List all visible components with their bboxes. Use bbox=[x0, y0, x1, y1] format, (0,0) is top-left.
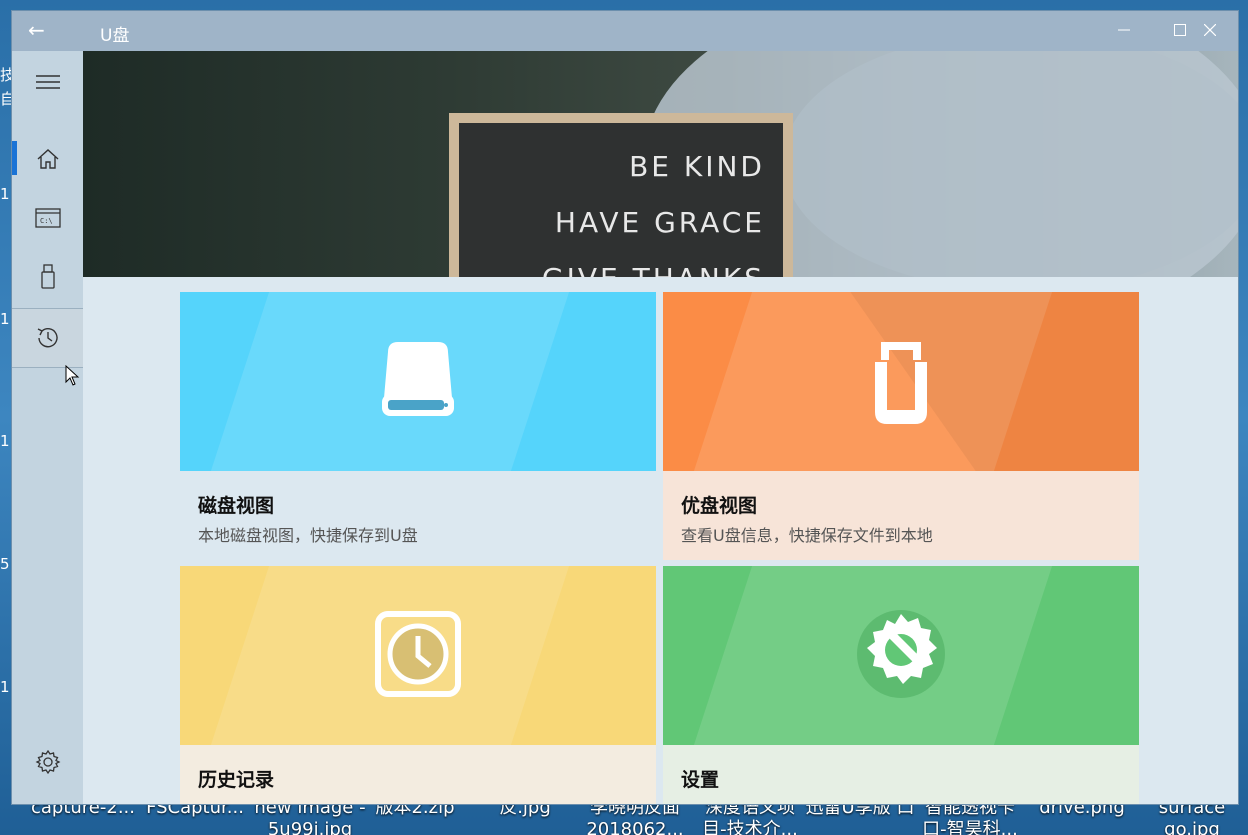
tile-subtitle: 本地磁盘视图，快捷保存到U盘 bbox=[198, 526, 418, 545]
gear-icon bbox=[35, 749, 60, 775]
hero-banner: BE KIND HAVE GRACE GIVE THANKS bbox=[83, 51, 1238, 277]
hard-drive-icon bbox=[382, 342, 454, 416]
hero-line-2: HAVE GRACE bbox=[554, 206, 765, 239]
tile-banner bbox=[180, 566, 656, 745]
tile-banner bbox=[663, 292, 1139, 471]
settings-wrench-icon bbox=[857, 610, 945, 698]
close-icon bbox=[1203, 23, 1217, 37]
minimize-icon bbox=[1118, 29, 1130, 31]
app-window: ← U盘 C:\ BE KIND HAVE GRACE 磁盘视图 本地磁盘视图，… bbox=[11, 10, 1239, 805]
history-clock-icon bbox=[37, 328, 58, 348]
usb-u-icon bbox=[875, 342, 927, 424]
nav-home[interactable] bbox=[12, 130, 83, 188]
hamburger-icon bbox=[35, 75, 60, 89]
tile-banner bbox=[663, 566, 1139, 745]
window-title: U盘 bbox=[100, 26, 130, 46]
tile-caption: 历史记录 bbox=[180, 745, 656, 804]
home-icon bbox=[37, 149, 58, 169]
tile-caption: 设置 bbox=[663, 745, 1139, 804]
tile-usb-view[interactable]: 优盘视图 查看U盘信息，快捷保存文件到本地 bbox=[663, 292, 1139, 560]
tile-disk-view[interactable]: 磁盘视图 本地磁盘视图，快捷保存到U盘 bbox=[180, 292, 656, 560]
nav-disk-view[interactable]: C:\ bbox=[12, 189, 83, 247]
tile-subtitle: 查看U盘信息，快捷保存文件到本地 bbox=[681, 526, 933, 545]
svg-text:C:\: C:\ bbox=[40, 217, 53, 225]
clock-icon bbox=[375, 611, 461, 697]
close-button[interactable] bbox=[1182, 11, 1238, 51]
letterboard-image: BE KIND HAVE GRACE GIVE THANKS bbox=[449, 113, 793, 277]
tile-settings[interactable]: 设置 bbox=[663, 566, 1139, 804]
hero-line-3: GIVE THANKS bbox=[459, 251, 765, 277]
desktop-fragment: 5 bbox=[0, 555, 10, 573]
nav-rail: C:\ bbox=[12, 51, 83, 804]
tile-history[interactable]: 历史记录 bbox=[180, 566, 656, 804]
tile-banner bbox=[180, 292, 656, 471]
nav-usb-view[interactable] bbox=[12, 248, 83, 306]
tile-caption: 优盘视图 查看U盘信息，快捷保存文件到本地 bbox=[663, 471, 1139, 560]
tile-caption: 磁盘视图 本地磁盘视图，快捷保存到U盘 bbox=[180, 471, 656, 560]
usb-drive-icon bbox=[40, 264, 55, 289]
tile-title: 磁盘视图 bbox=[198, 495, 275, 517]
hamburger-menu-button[interactable] bbox=[12, 53, 83, 111]
minimize-button[interactable] bbox=[1096, 11, 1152, 51]
tile-title: 设置 bbox=[681, 769, 720, 791]
back-button[interactable]: ← bbox=[28, 19, 58, 43]
mouse-cursor-icon bbox=[65, 365, 80, 386]
nav-history[interactable] bbox=[12, 308, 83, 368]
title-bar[interactable]: ← U盘 bbox=[12, 11, 1238, 51]
letterboard-text: BE KIND HAVE GRACE GIVE THANKS bbox=[459, 123, 783, 277]
tile-title: 优盘视图 bbox=[681, 495, 758, 517]
cmd-window-icon: C:\ bbox=[34, 208, 61, 228]
tile-title: 历史记录 bbox=[198, 769, 275, 791]
nav-settings[interactable] bbox=[12, 733, 83, 791]
hero-line-1: BE KIND bbox=[629, 150, 765, 183]
